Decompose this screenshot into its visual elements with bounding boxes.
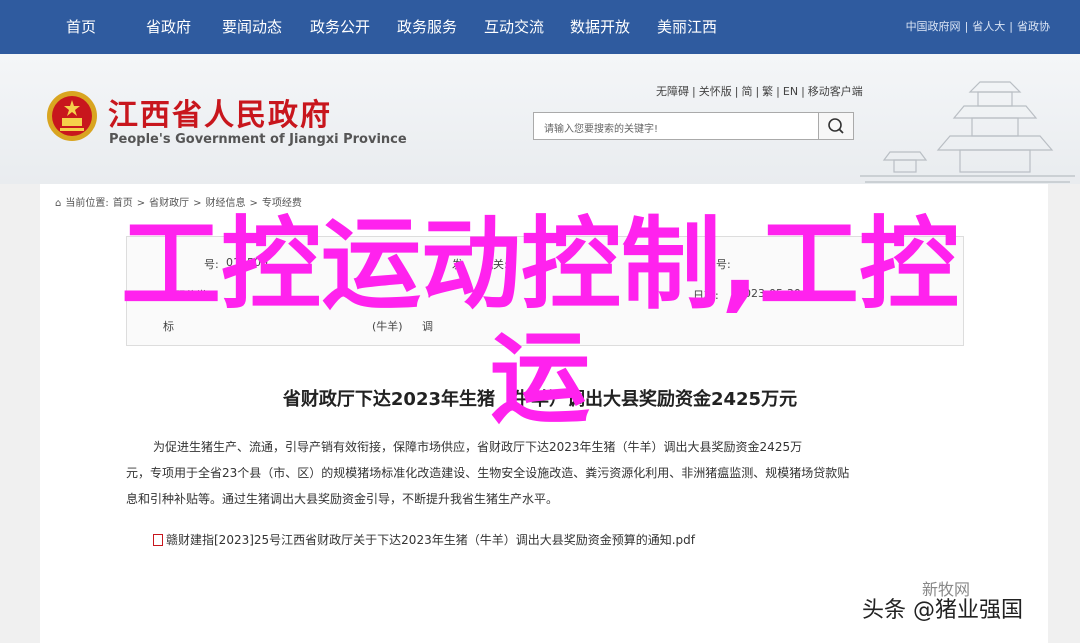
divider: | <box>776 85 780 98</box>
search-input[interactable]: 请输入您要搜索的关键字! <box>533 112 819 140</box>
top-navigation: 首页 省政府 要闻动态 政务公开 政务服务 互动交流 数据开放 美丽江西 中国政… <box>0 0 1080 54</box>
top-external-links: 中国政府网 | 省人大 | 省政协 <box>904 18 1052 34</box>
utility-links: 无障碍 | 关怀版 | 简 | 繁 | EN | 移动客户端 <box>656 83 866 99</box>
link-accessibility[interactable]: 无障碍 <box>656 85 689 98</box>
pdf-icon <box>153 534 163 546</box>
overlay-headline: 工控运动控制,工控 运 <box>0 208 1080 436</box>
search-icon <box>828 118 844 134</box>
overlay-line-1: 工控运动控制,工控 <box>121 206 959 323</box>
link-china-gov[interactable]: 中国政府网 <box>906 20 961 33</box>
search-button[interactable] <box>818 112 854 140</box>
divider: | <box>1009 20 1013 33</box>
article-paragraph-line-3: 息和引种补贴等。通过生猪调出大县奖励资金引导，不断提升我省生猪生产水平。 <box>126 492 559 506</box>
nav-item-beautiful-jiangxi[interactable]: 美丽江西 <box>657 17 717 37</box>
article-paragraph-line-2: 元，专项用于全省23个县（市、区）的规模猪场标准化改造建设、生物安全设施改造、粪… <box>126 466 850 480</box>
nav-item-interaction[interactable]: 互动交流 <box>484 17 544 37</box>
site-subtitle: People's Government of Jiangxi Province <box>109 132 407 147</box>
divider: | <box>692 85 696 98</box>
attachment-filename[interactable]: 赣财建指[2023]25号江西省财政厅关于下达2023年生猪（牛羊）调出大县奖励… <box>166 533 695 547</box>
link-simplified[interactable]: 简 <box>741 85 752 98</box>
nav-item-news[interactable]: 要闻动态 <box>222 17 282 37</box>
link-cppcc[interactable]: 省政协 <box>1017 20 1050 33</box>
nav-item-home[interactable]: 首页 <box>66 17 96 37</box>
attachment-link[interactable]: 赣财建指[2023]25号江西省财政厅关于下达2023年生猪（牛羊）调出大县奖励… <box>153 531 695 548</box>
divider: | <box>801 85 805 98</box>
link-traditional[interactable]: 繁 <box>762 85 773 98</box>
nav-item-gov-services[interactable]: 政务服务 <box>397 17 457 37</box>
national-emblem-icon <box>47 91 97 141</box>
link-english[interactable]: EN <box>783 85 798 98</box>
overlay-line-2: 运 <box>490 320 590 437</box>
divider: | <box>755 85 760 98</box>
divider: | <box>964 20 969 33</box>
link-care-version[interactable]: 关怀版 <box>699 85 732 98</box>
nav-item-gov-affairs-public[interactable]: 政务公开 <box>310 17 370 37</box>
link-mobile-client[interactable]: 移动客户端 <box>808 85 863 98</box>
pagoda-illustration <box>860 81 1075 183</box>
watermark-text: 头条 @猪业强国 <box>862 598 1023 623</box>
site-title[interactable]: 江西省人民政府 <box>108 90 332 134</box>
link-provincial-congress[interactable]: 省人大 <box>972 20 1005 33</box>
nav-item-open-data[interactable]: 数据开放 <box>570 17 630 37</box>
nav-item-province-gov[interactable]: 省政府 <box>146 17 191 37</box>
site-header: 江西省人民政府 People's Government of Jiangxi P… <box>0 54 1080 184</box>
article-paragraph-line-1: 为促进生猪生产、流通，引导产销有效衔接，保障市场供应，省财政厅下达2023年生猪… <box>153 440 803 454</box>
divider: | <box>734 85 739 98</box>
